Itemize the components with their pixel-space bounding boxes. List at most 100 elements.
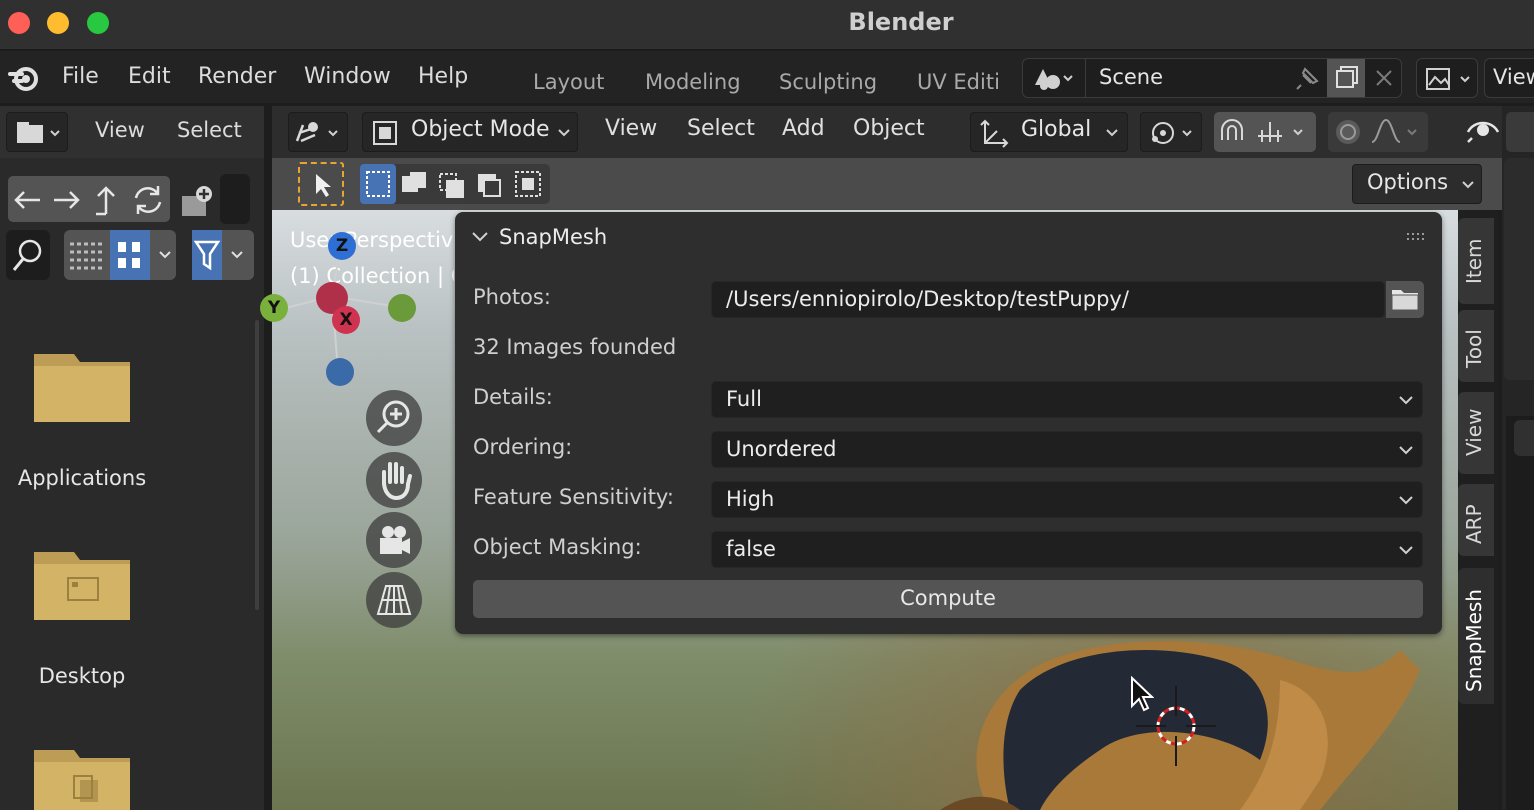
back-arrow-icon[interactable]: [12, 184, 44, 216]
pivot-point-dropdown[interactable]: [1140, 112, 1202, 152]
tab-item[interactable]: Item: [1458, 218, 1494, 304]
properties-tab-render[interactable]: [1514, 490, 1534, 524]
panel-title[interactable]: SnapMesh: [499, 225, 607, 249]
title-bar: Blender: [0, 0, 1534, 50]
pan-hand-icon[interactable]: [366, 452, 422, 508]
viewport-editor-type-selector[interactable]: [288, 112, 348, 152]
viewport-menu-add[interactable]: Add: [782, 116, 825, 141]
viewport-menu-view[interactable]: View: [605, 116, 657, 141]
workspace-tab-modeling[interactable]: Modeling: [645, 70, 741, 94]
gizmo-y-axis[interactable]: Y: [260, 294, 288, 322]
gizmo-z-axis[interactable]: Z: [328, 232, 356, 260]
folder-browse-icon: [1391, 290, 1419, 311]
tab-view[interactable]: View: [1458, 392, 1494, 474]
chevron-down-icon: [1462, 181, 1474, 189]
forward-arrow-icon[interactable]: [50, 184, 82, 216]
snapmesh-panel: SnapMesh: [455, 212, 1442, 634]
properties-tab-world[interactable]: [1514, 732, 1534, 766]
ordering-dropdown[interactable]: Unordered: [711, 431, 1423, 468]
menu-edit[interactable]: Edit: [128, 64, 171, 89]
properties-tab-tool[interactable]: [1514, 420, 1534, 456]
filter-selector[interactable]: [192, 230, 254, 280]
details-dropdown[interactable]: Full: [711, 381, 1423, 418]
camera-view-icon[interactable]: [366, 512, 422, 568]
folder-label-desktop[interactable]: Desktop: [0, 664, 164, 688]
properties-editor-type-button[interactable]: [1506, 112, 1534, 152]
scene-selector[interactable]: Scene: [1022, 58, 1402, 98]
navigation-gizmo[interactable]: Z X Y: [260, 230, 432, 390]
pin-icon[interactable]: [1293, 65, 1321, 93]
properties-tab-view-layer[interactable]: [1514, 620, 1534, 654]
folder-label-applications[interactable]: Applications: [0, 466, 164, 490]
refresh-icon[interactable]: [130, 182, 166, 218]
editor-type-selector[interactable]: [6, 112, 68, 152]
fb-scrollbar[interactable]: [255, 320, 259, 610]
3d-cursor-icon: [1136, 686, 1216, 766]
object-mode-icon: [373, 121, 397, 145]
chevron-down-icon: [1399, 546, 1413, 555]
tab-snapmesh[interactable]: SnapMesh: [1458, 568, 1494, 704]
properties-top-area: [1504, 158, 1534, 380]
drag-handle-icon[interactable]: [1405, 232, 1429, 242]
zoom-icon[interactable]: [366, 390, 422, 446]
tab-arp[interactable]: ARP: [1458, 484, 1494, 556]
feature-sensitivity-value: High: [726, 487, 775, 511]
options-dropdown[interactable]: Options: [1352, 164, 1482, 204]
object-masking-dropdown[interactable]: false: [711, 531, 1423, 568]
folder-icon: [34, 348, 132, 424]
workspace-tab-uv-editing[interactable]: UV Editi: [917, 70, 1007, 94]
fb-path-field[interactable]: [220, 174, 250, 224]
browse-folder-button[interactable]: [1386, 281, 1424, 318]
tab-tool-label: Tool: [1462, 329, 1486, 368]
view-layer-field[interactable]: View: [1484, 58, 1534, 98]
blender-window: Blender File Edit Render Window Help Lay…: [0, 0, 1534, 810]
documents-folder-icon: [34, 744, 132, 810]
properties-tab-output[interactable]: [1514, 560, 1534, 594]
tab-view-label: View: [1462, 408, 1486, 456]
view-layer-selector[interactable]: [1416, 58, 1478, 98]
fb-menu-view[interactable]: View: [95, 118, 145, 142]
select-tool-icon[interactable]: [298, 162, 344, 206]
menu-help[interactable]: Help: [418, 64, 468, 89]
chevron-down-icon: [1399, 396, 1413, 405]
object-mode-dropdown[interactable]: Object Mode: [362, 112, 578, 152]
perspective-toggle-icon[interactable]: [366, 572, 422, 628]
snap-toggle-group[interactable]: [1214, 112, 1316, 152]
new-scene-button[interactable]: [1327, 59, 1365, 97]
proportional-editing-group[interactable]: [1328, 112, 1428, 152]
chevron-down-icon: [1399, 496, 1413, 505]
fb-search-button[interactable]: [6, 230, 50, 280]
menu-file[interactable]: File: [62, 64, 99, 89]
new-folder-icon[interactable]: [178, 180, 216, 220]
options-label: Options: [1367, 170, 1449, 194]
feature-sensitivity-dropdown[interactable]: High: [711, 481, 1423, 518]
properties-tab-object[interactable]: [1514, 780, 1534, 810]
object-mode-label: Object Mode: [411, 117, 550, 142]
menu-render[interactable]: Render: [198, 64, 276, 89]
gizmo-x-axis[interactable]: X: [332, 306, 360, 334]
photos-path-field[interactable]: /Users/enniopirolo/Desktop/testPuppy/: [711, 281, 1385, 318]
parent-directory-icon[interactable]: [90, 182, 122, 218]
tab-tool[interactable]: Tool: [1458, 310, 1494, 382]
ordering-label: Ordering:: [473, 435, 573, 459]
collapse-chevron-icon[interactable]: [471, 230, 489, 244]
selection-mode-group[interactable]: [360, 164, 550, 204]
workspace-tab-layout[interactable]: Layout: [533, 70, 604, 94]
viewport-menu-select[interactable]: Select: [687, 116, 755, 141]
fb-menu-select[interactable]: Select: [177, 118, 242, 142]
workspace-tab-sculpting[interactable]: Sculpting: [779, 70, 877, 94]
delete-scene-icon[interactable]: [1373, 67, 1395, 89]
feature-sensitivity-label: Feature Sensitivity:: [473, 485, 674, 509]
ordering-value: Unordered: [726, 437, 837, 461]
display-mode-selector[interactable]: [64, 230, 176, 280]
compute-button[interactable]: Compute: [473, 580, 1423, 618]
chevron-down-icon: [1106, 129, 1118, 137]
tab-snapmesh-label: SnapMesh: [1462, 589, 1486, 692]
properties-tab-scene[interactable]: [1514, 676, 1534, 710]
object-masking-label: Object Masking:: [473, 535, 642, 559]
menu-window[interactable]: Window: [304, 64, 391, 89]
transform-orientation-dropdown[interactable]: Global: [970, 112, 1128, 152]
visibility-eye-icon[interactable]: [1466, 112, 1500, 148]
viewport-menu-object[interactable]: Object: [853, 116, 925, 141]
blender-logo-icon[interactable]: [8, 62, 42, 94]
